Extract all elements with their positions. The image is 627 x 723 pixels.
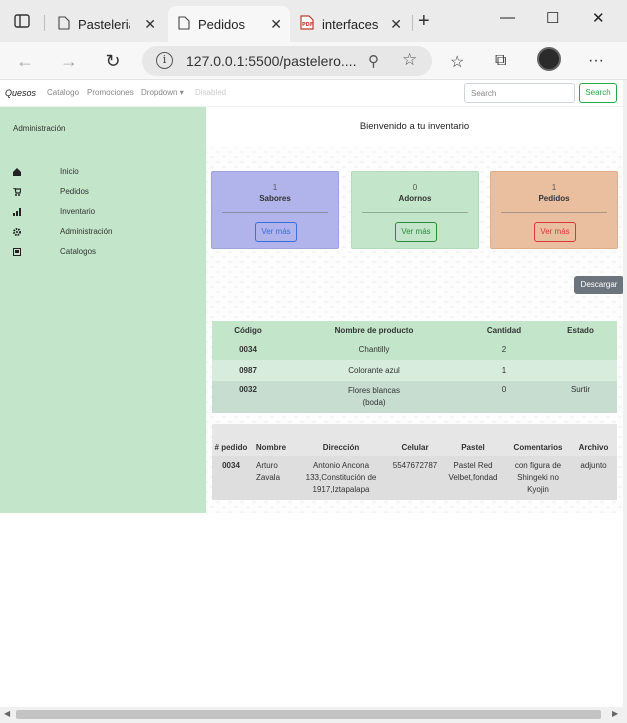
card-sabores: 1 Sabores Ver más: [211, 171, 339, 249]
ver-mas-button[interactable]: Ver más: [534, 222, 576, 242]
card-title: Adornos: [398, 194, 432, 203]
home-icon: [13, 168, 21, 176]
sidebar-item-label: Inicio: [60, 167, 79, 176]
add-favorite-icon[interactable]: ☆: [402, 50, 417, 70]
close-icon[interactable]: ✕: [390, 16, 402, 33]
tab-actions-icon[interactable]: [10, 9, 34, 33]
table-row: 0034 Chantilly 2: [212, 339, 617, 360]
column-header: Dirección: [292, 424, 390, 456]
column-header: Cantidad: [464, 321, 544, 339]
address-bar-row: ← → ↻ i 127.0.0.1:5500/pastelero.... ⚲ ☆…: [0, 42, 627, 80]
top-navbar: Quesos Catalogo Promociones Dropdown ▾ D…: [0, 80, 623, 107]
scroll-left-icon[interactable]: ◀: [4, 709, 10, 718]
orders-table: # pedido Nombre Dirección Celular Pastel…: [212, 424, 617, 500]
refresh-icon[interactable]: ↻: [102, 50, 124, 72]
vertical-scrollbar[interactable]: [623, 80, 627, 707]
info-icon[interactable]: i: [156, 52, 173, 69]
chart-icon: [13, 208, 21, 216]
zoom-icon[interactable]: ⚲: [368, 52, 379, 70]
card-title: Sabores: [259, 194, 291, 203]
card-title: Pedidos: [538, 194, 570, 203]
new-tab-button[interactable]: +: [418, 10, 430, 33]
column-header: # pedido: [212, 424, 250, 456]
tab-pasteleria[interactable]: Pasteleria ✕: [48, 6, 164, 42]
column-header: Código: [212, 321, 284, 339]
tab-pedidos[interactable]: Pedidos ✕: [168, 6, 290, 42]
sidebar-item-label: Pedidos: [60, 187, 89, 196]
download-button[interactable]: Descargar: [574, 276, 623, 294]
more-icon[interactable]: ···: [588, 52, 604, 70]
favorites-icon[interactable]: ☆: [450, 52, 464, 72]
column-header: Nombre: [250, 424, 292, 456]
svg-text:PDF: PDF: [302, 22, 313, 28]
url-bar[interactable]: i 127.0.0.1:5500/pastelero.... ⚲ ☆: [142, 46, 432, 76]
maximize-button[interactable]: ☐: [546, 9, 559, 27]
forward-icon[interactable]: →: [58, 50, 80, 72]
sidebar-item-inventario[interactable]: Inventario: [13, 207, 193, 219]
card-count: 0: [412, 183, 418, 192]
column-header: Celular: [390, 424, 440, 456]
column-header: Pastel: [440, 424, 506, 456]
pdf-icon: PDF: [300, 15, 314, 33]
minimize-button[interactable]: —: [500, 9, 515, 26]
column-header: Nombre de producto: [284, 321, 464, 339]
column-header: Archivo: [570, 424, 617, 456]
avatar[interactable]: [537, 47, 561, 71]
url-text: 127.0.0.1:5500/pastelero....: [186, 53, 357, 69]
gear-icon: [13, 228, 21, 236]
sidebar-item-administracion[interactable]: Administración: [13, 227, 193, 239]
card-count: 1: [272, 183, 278, 192]
scrollbar-thumb[interactable]: [16, 710, 601, 719]
cart-icon: [13, 187, 22, 196]
scroll-right-icon[interactable]: ▶: [612, 709, 618, 718]
card-adornos: 0 Adornos Ver más: [351, 171, 479, 249]
sidebar-heading: Administración: [13, 124, 66, 133]
book-icon: [13, 248, 21, 256]
sidebar-item-inicio[interactable]: Inicio: [13, 167, 193, 179]
ver-mas-button[interactable]: Ver más: [255, 222, 297, 242]
nav-link-catalogo[interactable]: Catalogo: [47, 88, 79, 97]
inventory-table: Código Nombre de producto Cantidad Estad…: [212, 321, 617, 413]
column-header: Comentarios: [506, 424, 570, 456]
back-icon[interactable]: ←: [14, 50, 36, 72]
close-window-button[interactable]: ✕: [592, 9, 605, 27]
browser-tab-bar: Pasteleria ✕ Pedidos ✕ PDF interfaces ✕ …: [0, 0, 627, 42]
search-input[interactable]: Search: [464, 83, 575, 103]
page-icon: [178, 15, 190, 33]
tab-title: Pasteleria: [78, 16, 130, 32]
tab-interfaces[interactable]: PDF interfaces ✕: [290, 6, 410, 42]
web-page: Quesos Catalogo Promociones Dropdown ▾ D…: [0, 80, 623, 707]
page-title: Bienvenido a tu inventario: [359, 121, 470, 132]
column-header: Estado: [544, 321, 617, 339]
sidebar: Administración Inicio Pedidos Inventario…: [0, 107, 206, 513]
navbar-brand[interactable]: Quesos: [5, 88, 36, 98]
sidebar-item-catalogos[interactable]: Catalogos: [13, 247, 193, 259]
sidebar-item-label: Inventario: [60, 207, 96, 216]
card-count: 1: [551, 183, 557, 192]
main-content: Bienvenido a tu inventario 1 Sabores Ver…: [206, 107, 623, 513]
nav-link-disabled: Disabled: [195, 88, 227, 97]
table-row: 0034 Arturo Zavala Antonio Ancona 133,Co…: [212, 456, 617, 500]
nav-link-promociones[interactable]: Promociones: [87, 88, 134, 97]
card-pedidos: 1 Pedidos Ver más: [490, 171, 618, 249]
sidebar-item-pedidos[interactable]: Pedidos: [13, 187, 193, 199]
close-icon[interactable]: ✕: [270, 16, 282, 33]
page-icon: [58, 15, 70, 33]
tab-title: interfaces: [322, 16, 378, 32]
close-icon[interactable]: ✕: [144, 16, 156, 33]
ver-mas-button[interactable]: Ver más: [395, 222, 437, 242]
collections-icon[interactable]: ⧉: [495, 52, 506, 70]
table-row: 0987 Colorante azul 1: [212, 360, 617, 381]
sidebar-item-label: Administración: [60, 227, 113, 236]
sidebar-item-label: Catalogos: [60, 247, 97, 256]
table-row: 0032 Flores blancas (boda) 0 Surtir: [212, 381, 617, 413]
nav-dropdown[interactable]: Dropdown ▾: [141, 88, 184, 97]
search-button[interactable]: Search: [579, 83, 617, 103]
tab-title: Pedidos: [198, 16, 245, 32]
horizontal-scrollbar[interactable]: ◀ ▶: [0, 707, 627, 723]
